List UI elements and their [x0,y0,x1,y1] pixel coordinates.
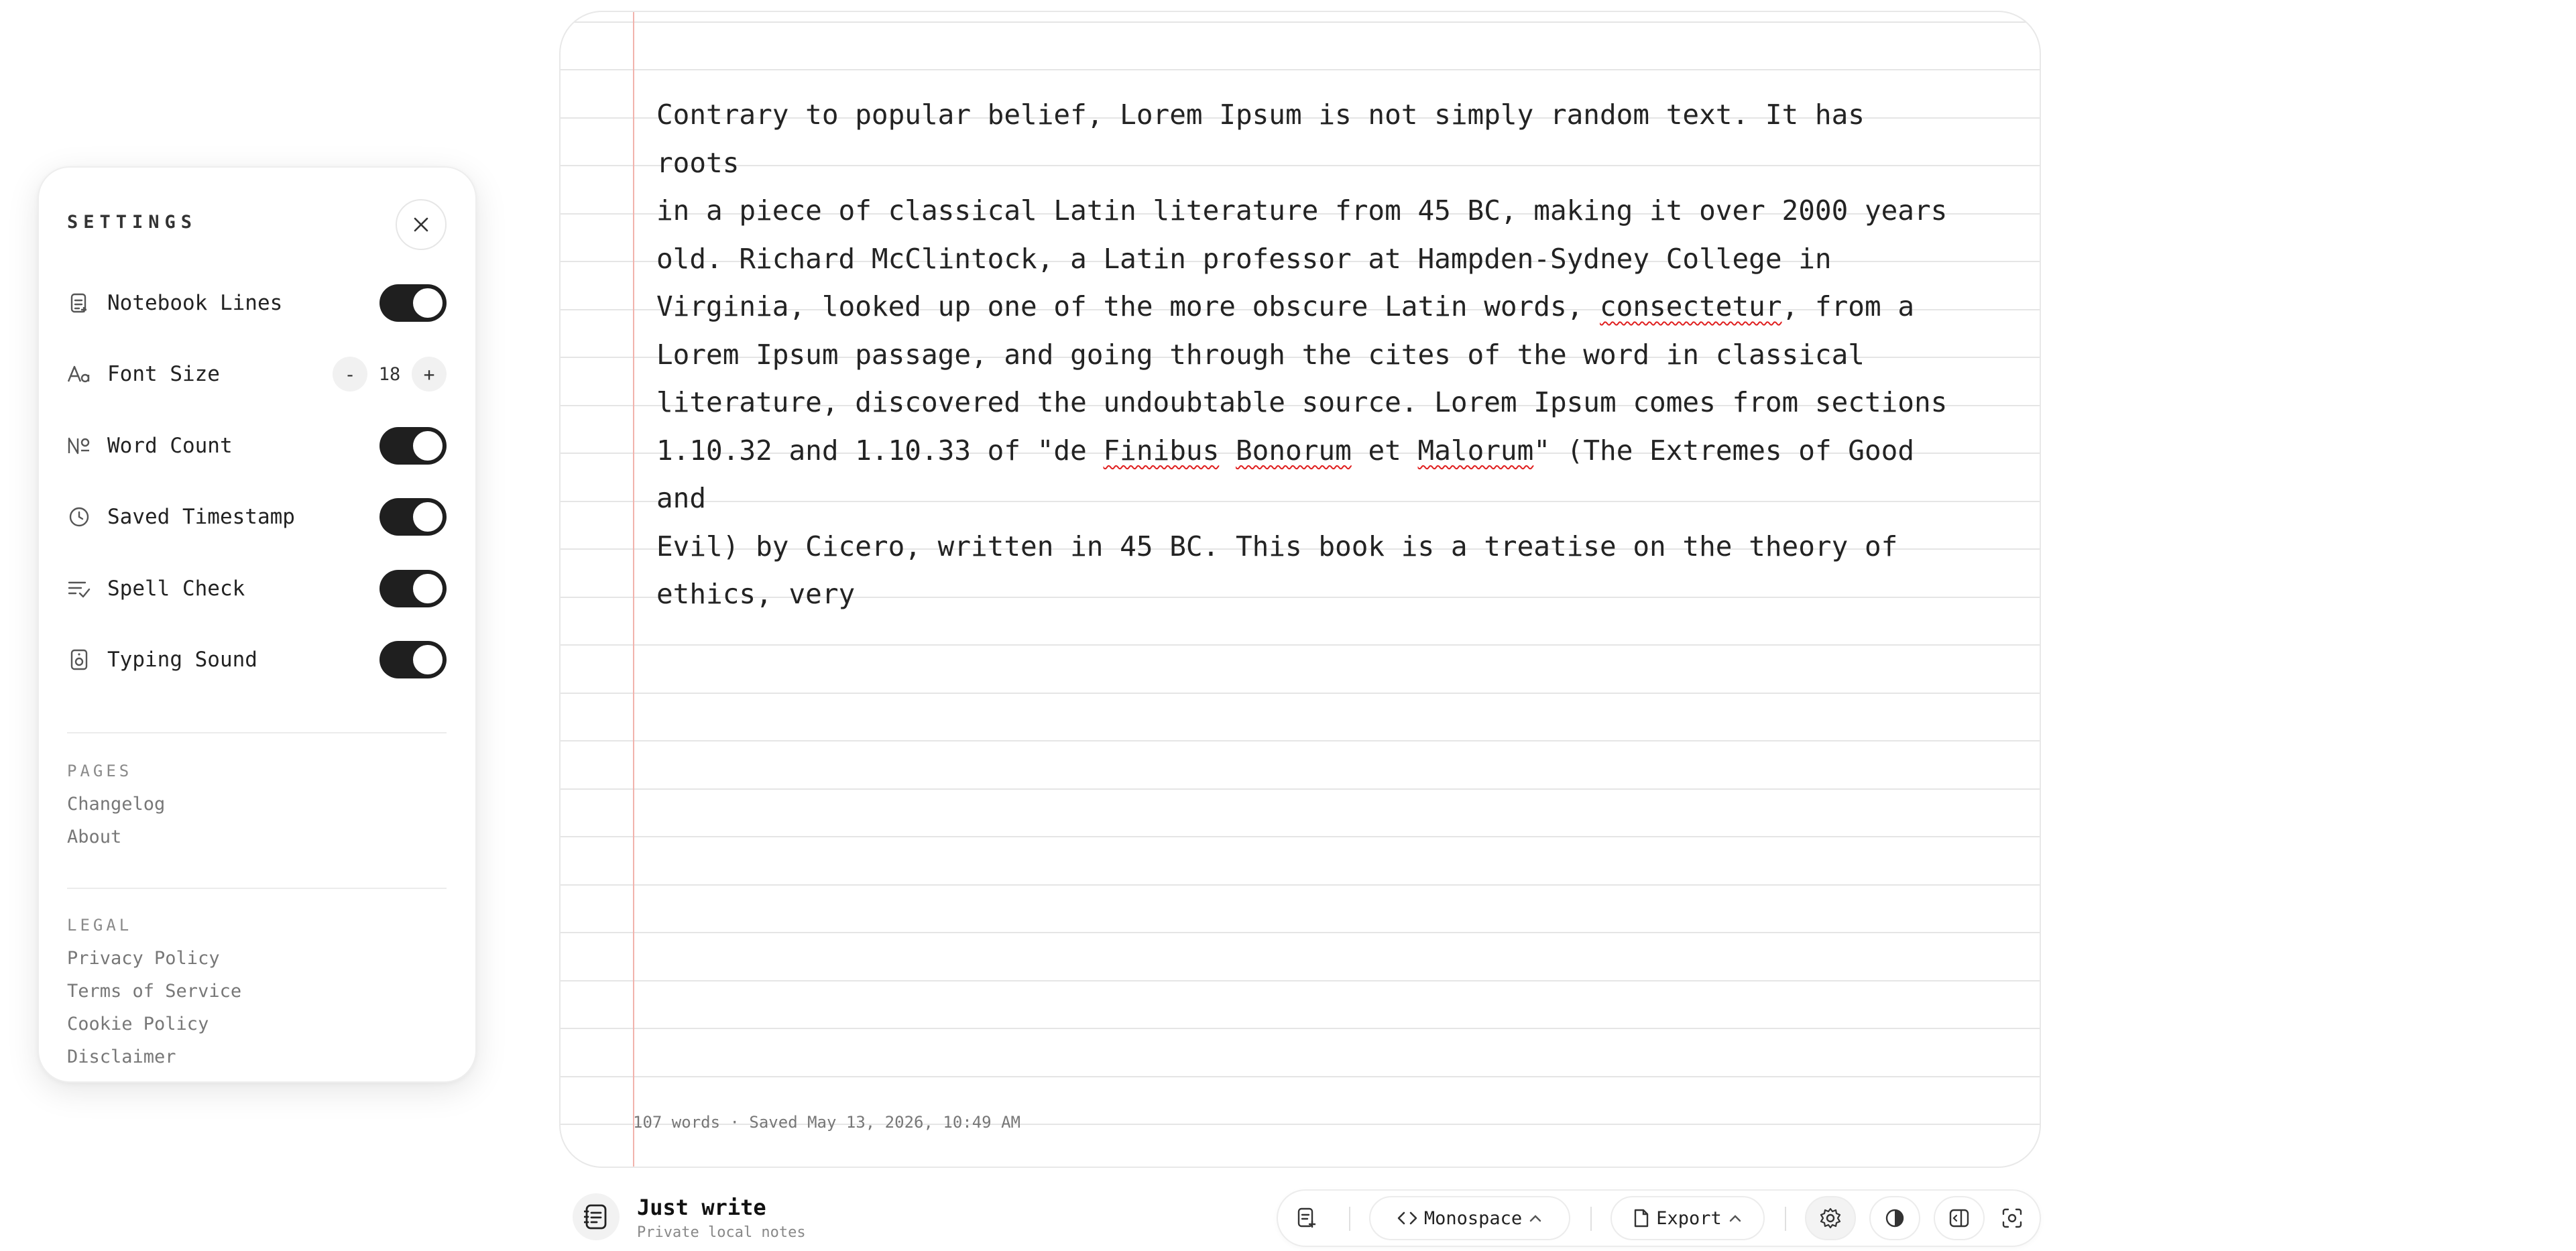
divider [67,732,447,733]
misspelled-word: consectetur [1600,290,1782,322]
saved-timestamp-toggle[interactable] [379,498,447,536]
divider [67,888,447,889]
misspelled-word: Malorum [1417,434,1534,467]
settings-title: SETTINGS [67,212,198,233]
ruled-line [561,788,2040,790]
font-family-dropdown[interactable]: Monospace [1369,1196,1570,1240]
text-segment [1219,434,1236,467]
export-label: Export [1656,1207,1722,1229]
cookie-policy-link[interactable]: Cookie Policy [67,1014,209,1034]
spell-check-icon [67,577,91,601]
setting-label: Word Count [107,434,233,458]
setting-label: Font Size [107,362,220,386]
setting-label: Saved Timestamp [107,505,295,529]
ruled-line [561,836,2040,837]
notebook-editor[interactable]: Contrary to popular belief, Lorem Ipsum … [559,11,2041,1168]
setting-typing-sound: Typing Sound [67,640,447,680]
ruled-line [561,1075,2040,1077]
notebook-lines-toggle[interactable] [379,284,447,322]
close-settings-button[interactable] [396,199,447,250]
ruled-line [561,69,2040,70]
close-icon [414,217,428,232]
margin-line [633,12,634,1167]
theme-button[interactable] [1869,1196,1920,1240]
ruled-line [561,979,2040,981]
new-note-icon [1297,1207,1315,1228]
font-size-value: 18 [378,363,401,385]
setting-label: Typing Sound [107,648,257,672]
numero-icon [67,434,91,458]
misspelled-word: Bonorum [1235,434,1352,467]
setting-font-size: Font Size - 18 + [67,354,447,394]
settings-panel: SETTINGS Notebook Lines Font Size - 18 +… [38,166,477,1083]
notebook-lines-icon [67,291,91,315]
misspelled-word: Finibus [1103,434,1220,467]
toolbar-divider [1785,1207,1786,1231]
setting-spell-check: Spell Check [67,569,447,609]
privacy-policy-link[interactable]: Privacy Policy [67,948,220,969]
toolbar-divider [1349,1207,1350,1231]
toolbar-divider [1590,1207,1592,1231]
spell-check-toggle[interactable] [379,570,447,607]
setting-label: Spell Check [107,577,245,601]
word-count-toggle[interactable] [379,427,447,465]
gear-icon [1820,1207,1841,1229]
changelog-link[interactable]: Changelog [67,794,165,815]
setting-notebook-lines: Notebook Lines [67,283,447,323]
speaker-icon [67,648,91,672]
font-size-increment-button[interactable]: + [412,357,447,392]
pages-section-title: PAGES [67,762,133,780]
legal-section-title: LEGAL [67,916,133,935]
sidebar-icon [1949,1209,1969,1228]
font-size-stepper: - 18 + [333,357,447,392]
setting-word-count: Word Count [67,426,447,466]
editor-text[interactable]: Contrary to popular belief, Lorem Ipsum … [656,91,1950,619]
app-subtitle: Private local notes [637,1224,806,1241]
text-segment: et [1351,434,1418,467]
contrast-icon [1885,1209,1904,1228]
text-segment: Contrary to popular belief, Lorem Ipsum … [656,99,1948,322]
ruled-line [561,932,2040,933]
ruled-line [561,740,2040,741]
terms-of-service-link[interactable]: Terms of Service [67,981,241,1002]
export-dropdown[interactable]: Export [1611,1196,1765,1240]
about-link[interactable]: About [67,827,121,847]
ruled-line [561,884,2040,886]
status-text: 107 words · Saved May 13, 2026, 10:49 AM [633,1113,1020,1132]
ruled-line [561,1028,2040,1029]
typing-sound-toggle[interactable] [379,641,447,678]
disclaimer-link[interactable]: Disclaimer [67,1047,176,1067]
ruled-line [561,692,2040,694]
sidebar-toggle-button[interactable] [1934,1196,1985,1240]
file-icon [1635,1209,1649,1228]
app-name: Just write [637,1195,766,1220]
focus-icon [2002,1208,2022,1228]
settings-button[interactable] [1805,1196,1856,1240]
ruled-line [561,21,2040,23]
setting-label: Notebook Lines [107,291,283,315]
clock-icon [67,505,91,529]
chevron-up-icon [1529,1215,1541,1222]
chevron-up-icon [1729,1215,1741,1222]
new-note-button[interactable] [1285,1196,1329,1240]
code-icon [1397,1211,1417,1225]
app-logo-icon[interactable] [573,1193,620,1240]
ruled-line [561,644,2040,646]
font-size-icon [67,362,91,386]
setting-saved-timestamp: Saved Timestamp [67,497,447,537]
focus-mode-button[interactable] [1989,1196,2036,1240]
toolbar: Monospace Export [1277,1189,2041,1247]
font-family-label: Monospace [1423,1207,1523,1229]
font-size-decrement-button[interactable]: - [333,357,367,392]
